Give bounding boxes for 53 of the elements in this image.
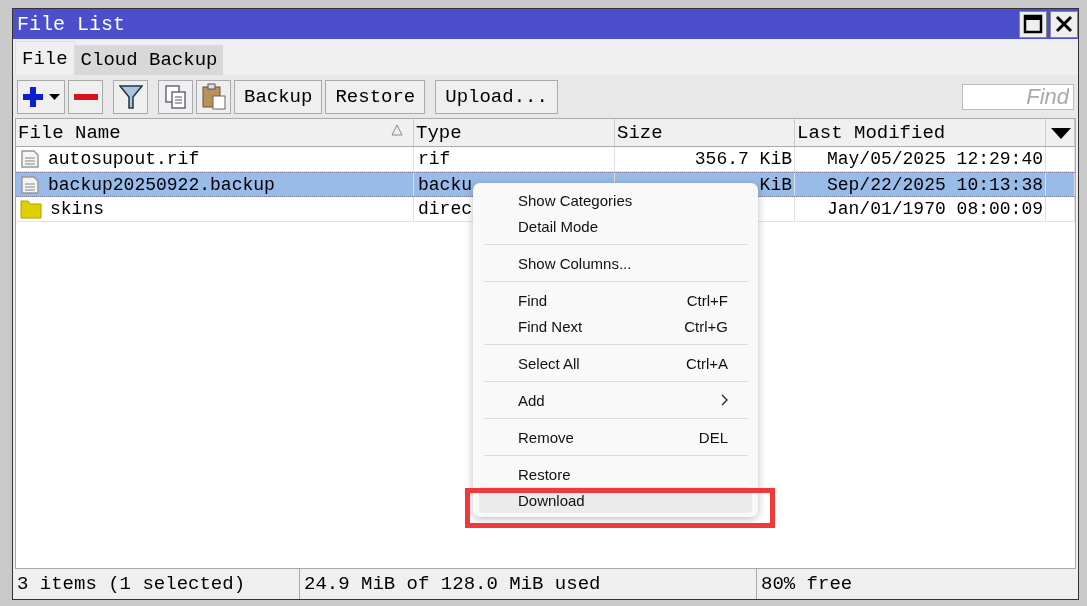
chevron-right-icon [720, 394, 728, 406]
menu-item[interactable]: Restore [479, 461, 752, 487]
table-cell: 356.7 KiB [694, 149, 792, 169]
maximize-button[interactable] [1019, 10, 1047, 38]
table-cell: KiB [759, 174, 792, 195]
column-header[interactable]: File Name [16, 119, 414, 146]
table-cell: direc [418, 199, 472, 219]
status-text: 3 items (1 selected) [13, 569, 300, 599]
minus-icon [72, 92, 99, 102]
document-icon [20, 174, 40, 195]
paste-button[interactable] [196, 80, 231, 114]
document-icon [20, 149, 40, 169]
window-title: File List [17, 12, 127, 36]
filter-icon [118, 84, 143, 110]
column-header[interactable]: Size [615, 119, 795, 146]
file-name: backup20250922.backup [48, 174, 275, 195]
status-text: 80% free [760, 572, 854, 597]
menu-item[interactable]: Find Ctrl+F [479, 287, 752, 313]
table-cell: rif [418, 149, 451, 169]
toolbar-button[interactable]: Restore [325, 80, 426, 114]
menu-item[interactable]: Show Categories [479, 187, 752, 213]
table-cell: backu [418, 174, 472, 195]
menu-item[interactable]: Detail Mode [479, 213, 752, 239]
close-button[interactable] [1050, 10, 1078, 38]
toolbar-button[interactable]: Upload... [435, 80, 558, 114]
folder-icon [20, 199, 42, 219]
column-header[interactable]: Last Modified [795, 119, 1046, 146]
close-icon [1055, 15, 1073, 33]
table-cell: Jan/01/1970 08:00:09 [826, 199, 1043, 219]
plus-icon [21, 85, 61, 109]
remove-button[interactable] [68, 80, 103, 114]
filter-button[interactable] [113, 80, 148, 114]
file-name: autosupout.rif [48, 149, 200, 169]
copy-icon [163, 84, 188, 110]
table-cell: Sep/22/2025 10:13:38 [826, 174, 1043, 195]
file-name: skins [50, 199, 104, 219]
menu-item[interactable]: Find Next Ctrl+G [479, 313, 752, 339]
find-field[interactable]: Find [962, 84, 1074, 110]
copy-button[interactable] [158, 80, 193, 114]
paste-icon [200, 83, 227, 111]
menu-item[interactable]: Add [479, 387, 752, 413]
maximize-icon [1023, 14, 1043, 34]
toolbar-button[interactable]: Backup [234, 80, 323, 114]
menu-item[interactable]: Select All Ctrl+A [479, 350, 752, 376]
dropdown-arrow-icon [1050, 125, 1072, 140]
menu-item[interactable]: Show Columns... [479, 250, 752, 276]
tab[interactable]: File [15, 41, 75, 75]
status-text: 24.9 MiB of 128.0 MiB used [300, 569, 757, 599]
tab[interactable]: Cloud Backup [74, 45, 224, 75]
menu-item[interactable]: Remove DEL [479, 424, 752, 450]
column-header[interactable]: Type [414, 119, 615, 146]
table-cell: May/05/2025 12:29:40 [826, 149, 1043, 169]
add-button[interactable] [17, 80, 65, 114]
